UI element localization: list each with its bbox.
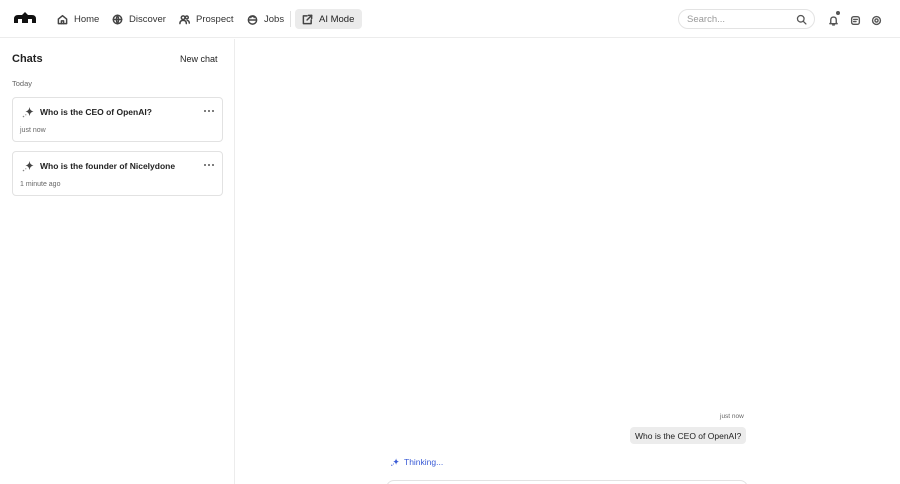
more-options-icon[interactable]	[204, 162, 214, 168]
message-composer[interactable]	[386, 480, 748, 484]
sparkle-icon	[22, 107, 34, 118]
user-message-bubble: Who is the CEO of OpenAI?	[630, 427, 747, 444]
search-icon[interactable]	[796, 14, 807, 25]
chat-timestamp: just now	[20, 127, 46, 134]
logo[interactable]	[13, 11, 37, 27]
sparkle-icon	[391, 458, 399, 466]
users-icon	[179, 14, 190, 24]
home-icon	[57, 14, 68, 24]
inbox-icon	[850, 15, 861, 26]
gear-icon	[871, 15, 882, 26]
ai-mode-icon	[302, 14, 313, 24]
thinking-text: Thinking...	[404, 457, 444, 467]
messages-button[interactable]	[850, 13, 861, 26]
notifications-button[interactable]	[828, 11, 840, 26]
bell-icon	[829, 16, 838, 26]
nav-home-label: Home	[74, 13, 100, 25]
briefcase-icon	[247, 14, 258, 25]
nav-ai-mode-label: AI Mode	[319, 13, 355, 25]
nav-prospect[interactable]: Prospect	[172, 9, 241, 29]
notification-dot	[836, 11, 840, 15]
nav-jobs-label: Jobs	[264, 13, 285, 25]
chat-list-item[interactable]: Who is the CEO of OpenAI? just now	[12, 97, 223, 142]
nav-prospect-label: Prospect	[196, 13, 234, 25]
more-options-icon[interactable]	[204, 108, 214, 114]
chat-title: Who is the CEO of OpenAI?	[40, 107, 152, 117]
nav-jobs[interactable]: Jobs	[240, 9, 291, 29]
sparkle-icon	[22, 161, 34, 172]
search-input[interactable]	[687, 13, 797, 26]
conversation-panel: just now Who is the CEO of OpenAI? Think…	[236, 39, 900, 484]
new-chat-button[interactable]: New chat	[175, 51, 223, 67]
nav-discover-label: Discover	[129, 13, 166, 25]
chat-list-item[interactable]: Who is the founder of Nicelydone 1 minut…	[12, 151, 223, 196]
section-label-today: Today	[12, 79, 33, 88]
globe-icon	[112, 14, 123, 24]
message-timestamp: just now	[720, 413, 744, 420]
sidebar-title: Chats	[12, 53, 43, 65]
nav-ai-mode[interactable]: AI Mode	[295, 9, 363, 29]
search-box[interactable]	[678, 9, 815, 29]
nav-divider	[290, 11, 291, 27]
settings-button[interactable]	[871, 13, 882, 26]
chats-sidebar: Chats New chat Today Who is the CEO of O…	[0, 39, 235, 484]
nav-discover[interactable]: Discover	[105, 9, 173, 29]
top-navigation-bar: Home Discover Prospect Jobs AI Mode	[0, 0, 900, 38]
thinking-indicator: Thinking...	[390, 457, 443, 467]
nav-home[interactable]: Home	[50, 9, 106, 29]
chat-timestamp: 1 minute ago	[20, 181, 61, 188]
chat-title: Who is the founder of Nicelydone	[40, 161, 176, 171]
